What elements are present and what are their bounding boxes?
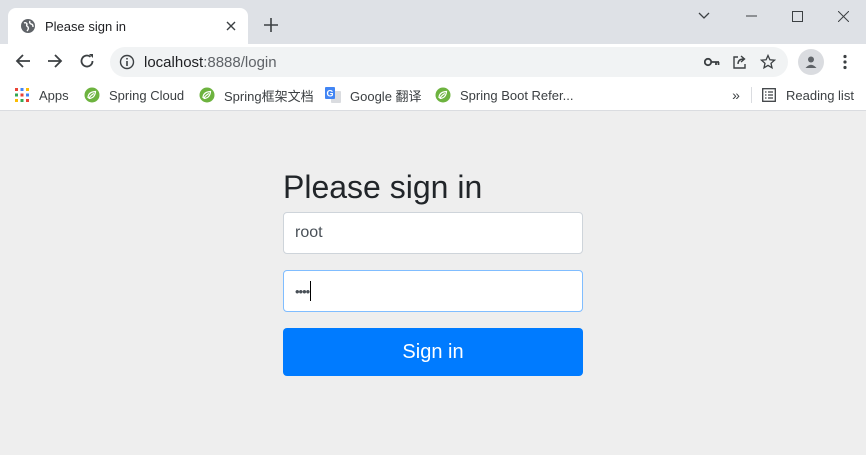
bookmark-label: Spring Cloud <box>109 87 185 103</box>
url-text: localhost:8888/login <box>144 54 698 71</box>
tab-close-icon[interactable] <box>220 15 242 37</box>
reload-icon[interactable] <box>72 46 102 76</box>
browser-titlebar: Please sign in <box>0 0 866 44</box>
bookmark-spring-docs[interactable]: Spring框架文档 <box>199 84 314 106</box>
site-info-icon[interactable] <box>119 54 135 70</box>
new-tab-button[interactable] <box>258 12 284 38</box>
browser-menu-icon[interactable] <box>832 48 858 76</box>
username-value: root <box>295 224 323 241</box>
spring-leaf-icon <box>84 87 100 103</box>
spring-leaf-icon <box>199 87 215 103</box>
bookmarks-divider <box>751 87 752 103</box>
more-bookmarks-chevron-icon[interactable]: » <box>726 85 746 105</box>
sign-in-button[interactable]: Sign in <box>283 328 583 376</box>
page-content: Please sign in root •••• Sign in <box>0 112 866 455</box>
spring-leaf-icon <box>435 87 451 103</box>
close-window-icon[interactable] <box>820 0 866 32</box>
password-masked-value: •••• <box>295 283 310 299</box>
page-title: Please sign in <box>283 169 483 205</box>
back-arrow-icon[interactable] <box>8 46 38 76</box>
bookmark-star-icon[interactable] <box>754 48 782 76</box>
svg-text:G: G <box>326 89 333 99</box>
url-host: localhost <box>144 53 204 71</box>
key-icon[interactable] <box>698 48 726 76</box>
address-bar[interactable]: localhost:8888/login <box>110 47 788 77</box>
bookmark-apps[interactable]: Apps <box>14 84 69 106</box>
bookmark-label: Spring Boot Refer... <box>460 87 574 103</box>
globe-icon <box>20 18 36 34</box>
bookmarks-bar: Apps Spring Cloud Spring框架文档 G Google 翻译… <box>0 80 866 111</box>
bookmark-label: Spring框架文档 <box>224 88 314 104</box>
reading-list-button[interactable]: Reading list <box>761 84 854 106</box>
bookmark-google-translate[interactable]: G Google 翻译 <box>325 84 422 106</box>
bookmark-label: Apps <box>39 87 69 103</box>
browser-tab[interactable]: Please sign in <box>8 8 248 44</box>
bookmark-spring-cloud[interactable]: Spring Cloud <box>84 84 184 106</box>
share-icon[interactable] <box>726 48 754 76</box>
username-input[interactable]: root <box>283 212 583 254</box>
minimize-window-icon[interactable] <box>728 0 774 32</box>
apps-grid-icon <box>14 87 30 103</box>
text-caret <box>310 281 312 301</box>
tab-search-chevron-icon[interactable] <box>681 0 727 32</box>
reading-list-icon <box>761 87 777 103</box>
url-path: :8888/login <box>203 53 277 71</box>
forward-arrow-icon[interactable] <box>40 46 70 76</box>
browser-toolbar: localhost:8888/login <box>0 44 866 80</box>
bookmark-label: Google 翻译 <box>350 88 422 104</box>
profile-avatar-icon[interactable] <box>798 49 824 75</box>
tab-title: Please sign in <box>45 18 126 34</box>
bookmark-spring-boot-reference[interactable]: Spring Boot Refer... <box>435 84 573 106</box>
reading-list-label: Reading list <box>786 87 854 103</box>
password-input[interactable]: •••• <box>283 270 583 312</box>
google-translate-icon: G <box>325 87 341 103</box>
maximize-window-icon[interactable] <box>774 0 820 32</box>
